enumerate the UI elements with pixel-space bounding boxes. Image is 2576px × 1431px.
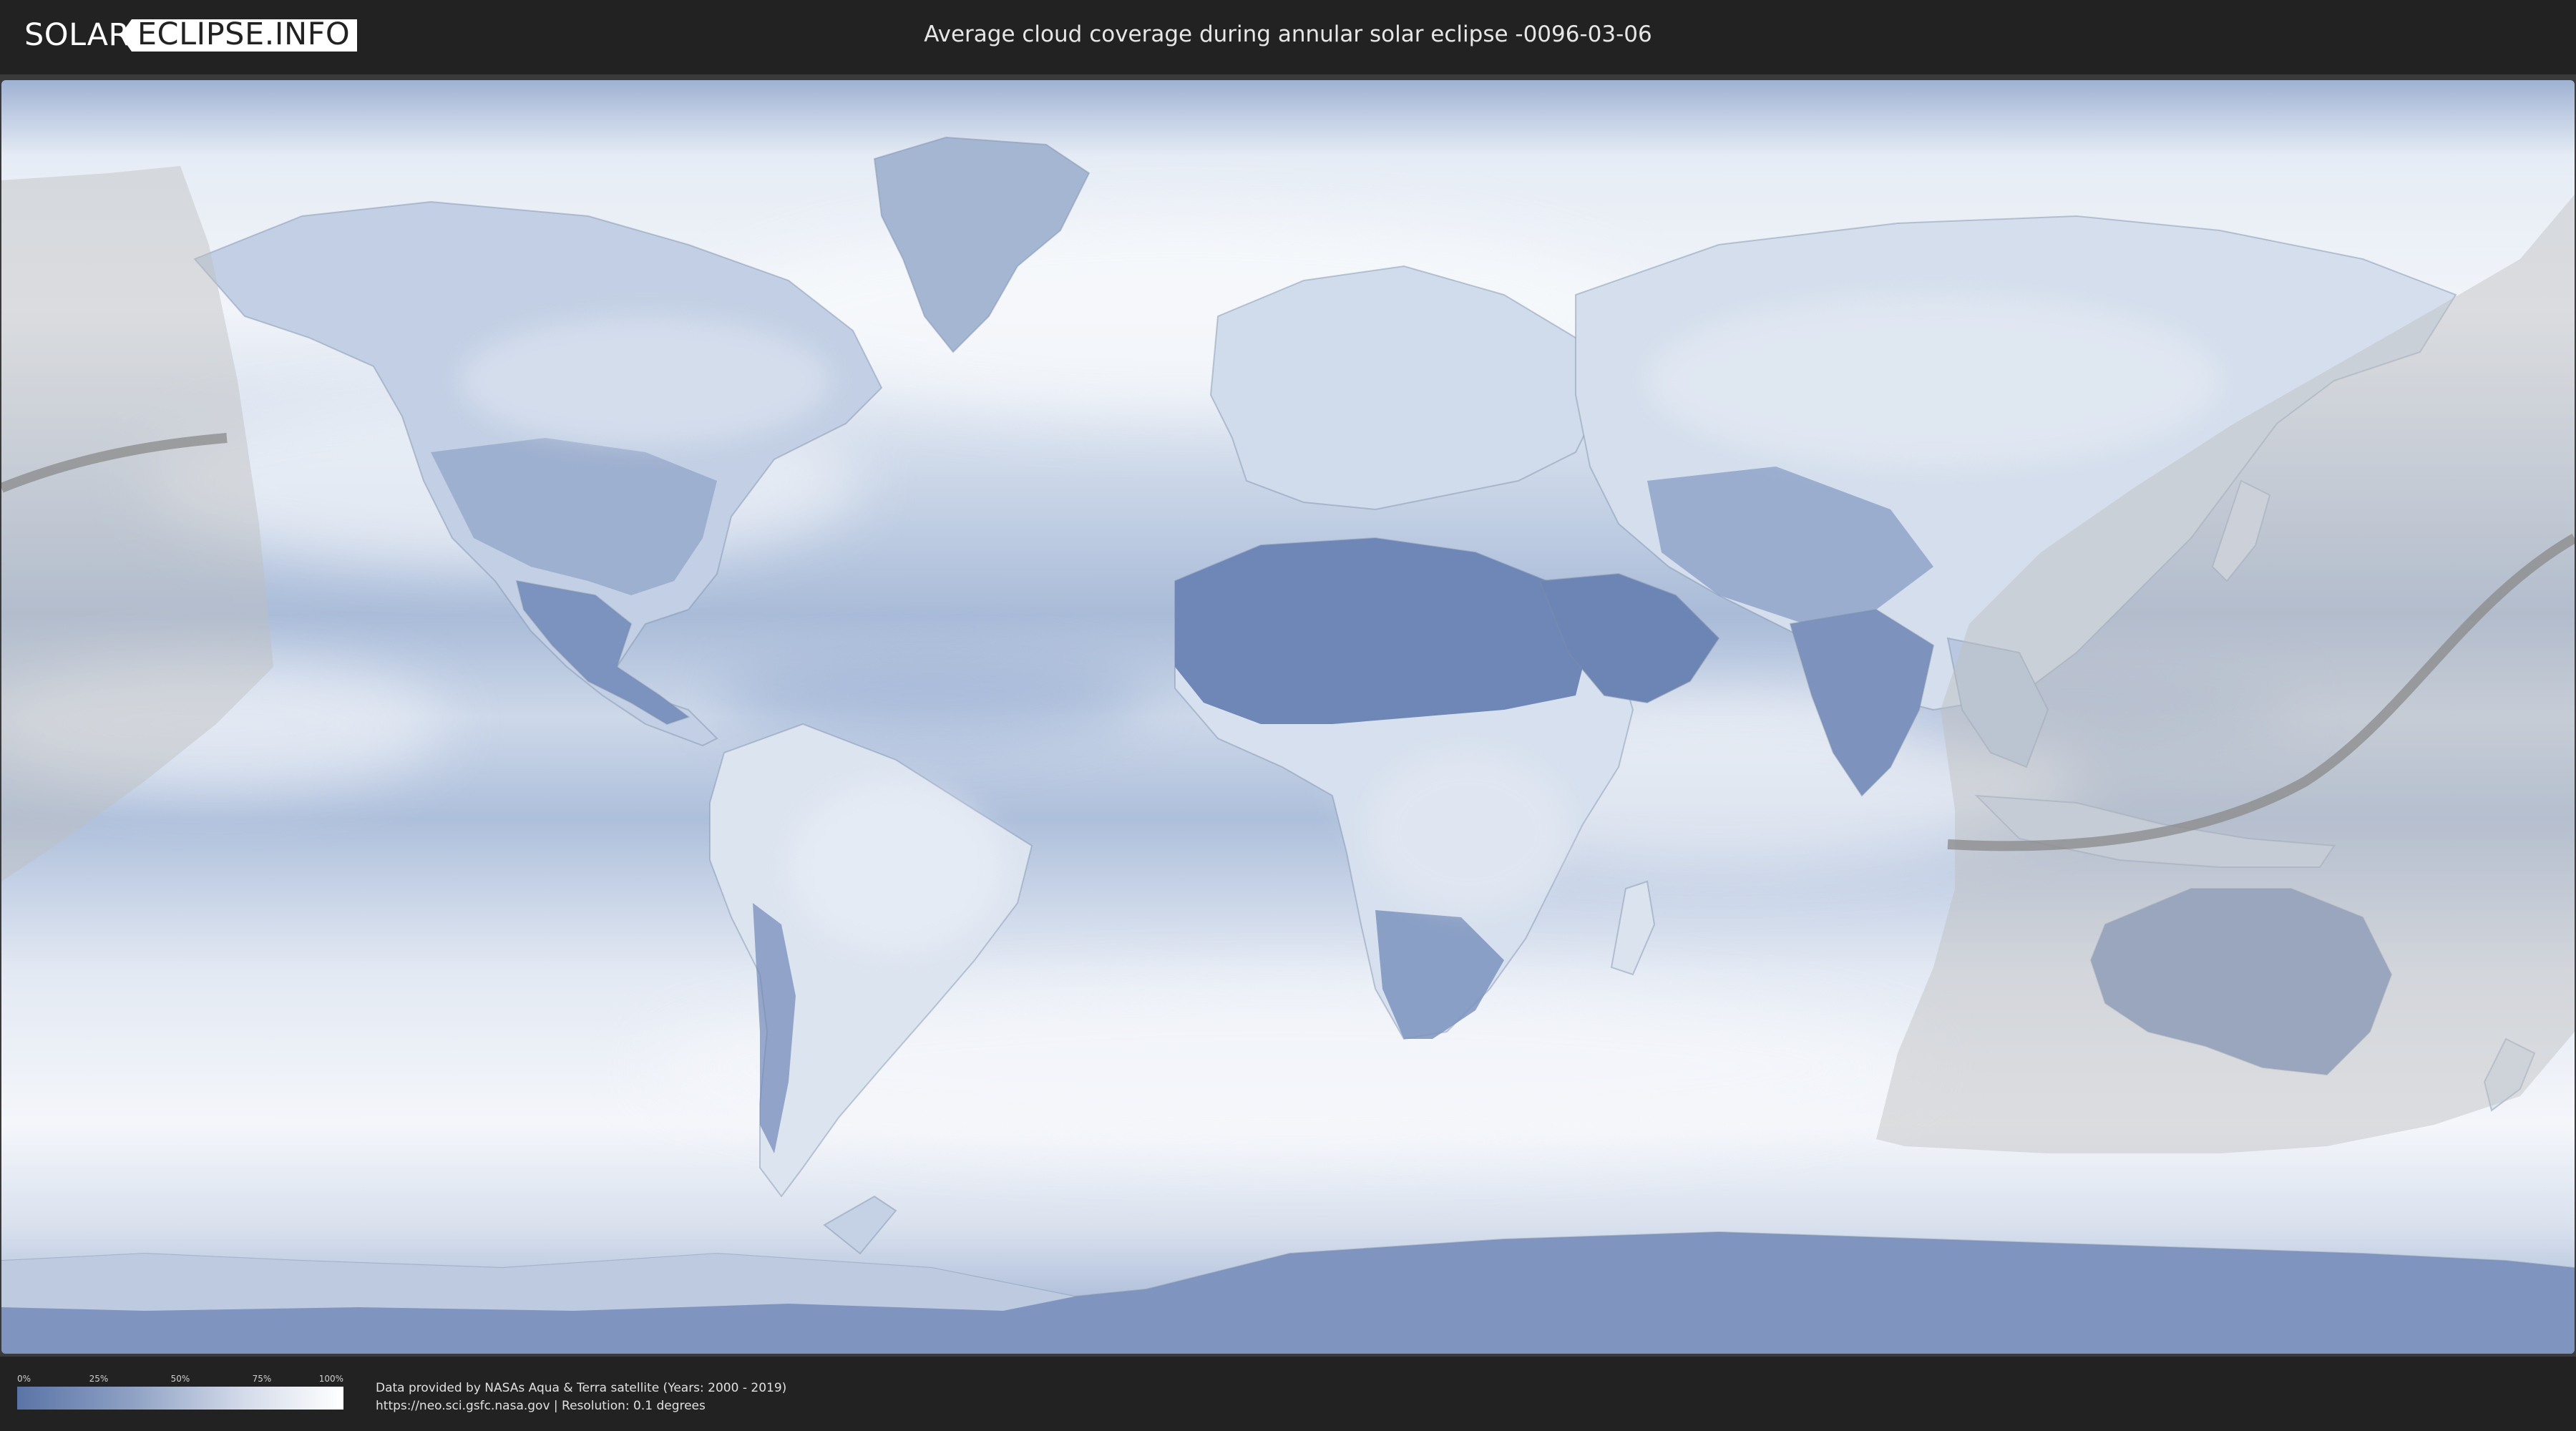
legend-tick-labels: 0% 25% 50% 75% 100% (17, 1374, 343, 1387)
legend-tick-3: 75% (252, 1374, 272, 1384)
header-bar: SOLAR ECLIPSE.INFO Average cloud coverag… (0, 0, 2576, 73)
cloud-coverage-map[interactable] (1, 80, 2575, 1354)
legend-tick-4: 100% (318, 1374, 343, 1384)
map-canvas (1, 80, 2575, 1354)
credits-line-url[interactable]: https://neo.sci.gsfc.nasa.gov | Resoluti… (376, 1397, 786, 1415)
page-title: Average cloud coverage during annular so… (924, 21, 1652, 47)
legend-tick-0: 0% (17, 1374, 31, 1384)
legend-color-bar (17, 1387, 343, 1410)
data-credits: Data provided by NASAs Aqua & Terra sate… (376, 1379, 786, 1415)
credits-line-source: Data provided by NASAs Aqua & Terra sate… (376, 1381, 787, 1395)
legend-tick-1: 25% (89, 1374, 109, 1384)
cloud-coverage-legend: 0% 25% 50% 75% 100% (17, 1374, 343, 1410)
footer-bar: 0% 25% 50% 75% 100% Data provided by NASAs A… (0, 1357, 2576, 1431)
legend-tick-2: 50% (170, 1374, 190, 1384)
page: SOLAR ECLIPSE.INFO Average cloud coverag… (0, 0, 2576, 1431)
map-frame (0, 74, 2576, 1357)
